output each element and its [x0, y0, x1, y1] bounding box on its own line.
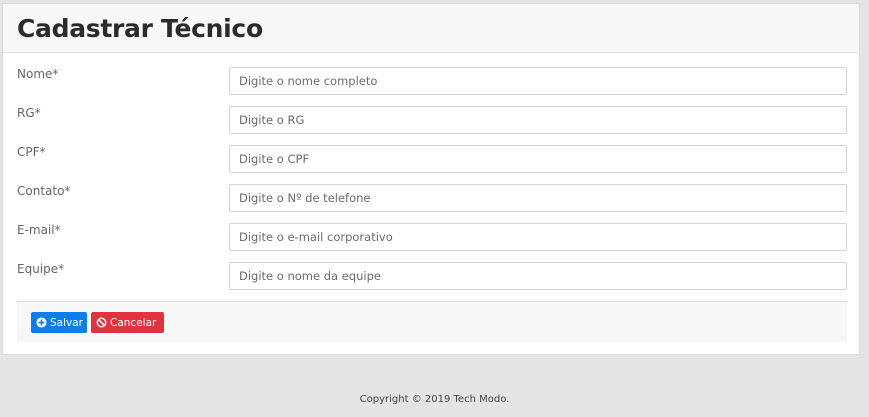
form-row-rg: RG* [3, 106, 861, 134]
cpf-input[interactable] [229, 145, 847, 173]
form-row-cpf: CPF* [3, 145, 861, 173]
nome-label: Nome* [17, 67, 59, 81]
equipe-label: Equipe* [17, 262, 65, 276]
page-title: Cadastrar Técnico [17, 13, 263, 43]
copyright-text: Copyright © 2019 Tech Modo. [359, 394, 510, 405]
cancel-button[interactable]: Cancelar [91, 312, 164, 333]
rg-label: RG* [17, 106, 41, 120]
contato-label: Contato* [17, 184, 71, 198]
cpf-label: CPF* [17, 145, 46, 159]
email-label: E-mail* [17, 223, 61, 237]
ban-icon [96, 317, 107, 328]
cancel-button-label: Cancelar [110, 316, 157, 329]
contato-input[interactable] [229, 184, 847, 212]
form-row-equipe: Equipe* [3, 262, 861, 290]
form-row-contato: Contato* [3, 184, 861, 212]
save-button-label: Salvar [50, 316, 83, 329]
card-header: Cadastrar Técnico [3, 4, 859, 53]
email-input[interactable] [229, 223, 847, 251]
form-actions-bar: Salvar Cancelar [17, 301, 847, 342]
plus-circle-icon [36, 317, 47, 328]
save-button[interactable]: Salvar [31, 312, 87, 333]
rg-input[interactable] [229, 106, 847, 134]
form-card: Cadastrar Técnico Nome* RG* CPF* Contato… [2, 3, 860, 355]
form-row-email: E-mail* [3, 223, 861, 251]
page: Cadastrar Técnico Nome* RG* CPF* Contato… [0, 0, 869, 417]
nome-input[interactable] [229, 67, 847, 95]
equipe-input[interactable] [229, 262, 847, 290]
form-row-nome: Nome* [3, 67, 861, 95]
